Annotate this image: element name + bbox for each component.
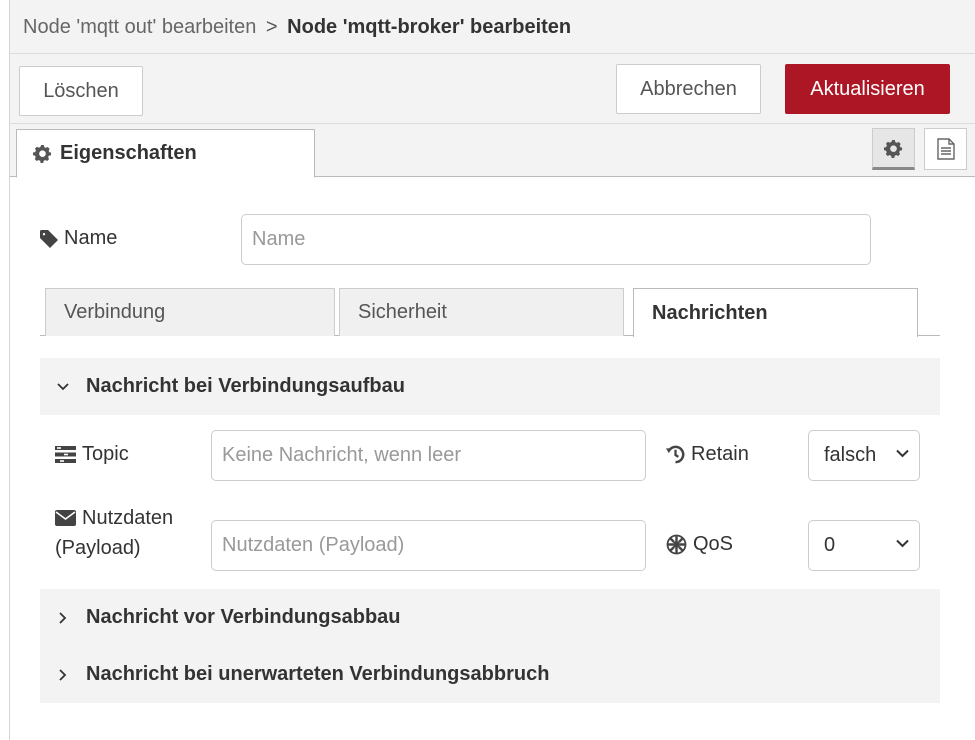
qos-label: QoS bbox=[666, 533, 733, 556]
qos-label-text: QoS bbox=[693, 533, 734, 555]
section-birth-message-header[interactable]: Nachricht bei Verbindungsaufbau bbox=[40, 358, 940, 415]
envelope-icon bbox=[55, 510, 76, 526]
gear-icon bbox=[884, 139, 903, 158]
name-input[interactable] bbox=[241, 214, 871, 265]
tab-properties[interactable]: Eigenschaften bbox=[16, 129, 315, 178]
chevron-right-icon bbox=[40, 611, 86, 624]
node-settings-button[interactable] bbox=[872, 128, 915, 170]
cancel-button[interactable]: Abbrechen bbox=[616, 64, 761, 114]
name-label: Name bbox=[40, 227, 117, 250]
topic-label-text: Topic bbox=[82, 443, 129, 465]
chevron-right-icon bbox=[40, 668, 86, 681]
tray-toolbar: Löschen Abbrechen Aktualisieren bbox=[10, 54, 975, 124]
retain-label: Retain bbox=[666, 443, 749, 466]
section-close-message-header[interactable]: Nachricht vor Verbindungsabbau bbox=[40, 589, 940, 646]
topic-label: Topic bbox=[55, 443, 129, 466]
payload-label-line2: (Payload) bbox=[55, 537, 141, 559]
delete-button[interactable]: Löschen bbox=[19, 66, 143, 116]
birth-retain-select[interactable]: falsch bbox=[808, 430, 920, 481]
history-icon bbox=[666, 445, 685, 464]
section-will-title: Nachricht bei unerwarteten Verbindungsab… bbox=[86, 663, 550, 685]
gear-icon bbox=[33, 144, 52, 163]
name-label-text: Name bbox=[64, 227, 118, 249]
update-button[interactable]: Aktualisieren bbox=[785, 64, 950, 114]
breadcrumb-separator: > bbox=[265, 16, 278, 38]
subtab-connection[interactable]: Verbindung bbox=[45, 288, 335, 336]
section-will-message-header[interactable]: Nachricht bei unerwarteten Verbindungsab… bbox=[40, 646, 940, 703]
birth-topic-input[interactable] bbox=[211, 430, 646, 481]
section-close-title: Nachricht vor Verbindungsabbau bbox=[86, 606, 401, 628]
birth-retain-value: falsch bbox=[824, 444, 877, 466]
birth-qos-select[interactable]: 0 bbox=[808, 520, 920, 571]
birth-qos-value: 0 bbox=[824, 534, 836, 556]
broker-subtabs: Verbindung Sicherheit Nachrichten bbox=[40, 288, 940, 337]
breadcrumb-parent[interactable]: Node 'mqtt out' bearbeiten bbox=[23, 16, 256, 38]
tag-icon bbox=[40, 229, 58, 248]
tray-header: Node 'mqtt out' bearbeiten > Node 'mqtt-… bbox=[10, 0, 975, 54]
tray-tabbar: Eigenschaften bbox=[10, 124, 975, 178]
life-ring-icon bbox=[666, 534, 687, 555]
retain-label-text: Retain bbox=[691, 443, 749, 465]
tasks-icon bbox=[55, 446, 76, 463]
chevron-down-icon bbox=[896, 539, 909, 548]
subtab-messages[interactable]: Nachrichten bbox=[633, 288, 918, 337]
chevron-down-icon bbox=[896, 449, 909, 458]
section-birth-title: Nachricht bei Verbindungsaufbau bbox=[86, 375, 405, 397]
document-icon bbox=[936, 138, 955, 160]
breadcrumb: Node 'mqtt out' bearbeiten > Node 'mqtt-… bbox=[23, 16, 571, 39]
tab-properties-label: Eigenschaften bbox=[60, 142, 197, 164]
payload-label-line1: Nutzdaten bbox=[82, 507, 174, 529]
payload-label: Nutzdaten (Payload) bbox=[55, 503, 173, 563]
breadcrumb-current: Node 'mqtt-broker' bearbeiten bbox=[287, 16, 572, 38]
subtab-security[interactable]: Sicherheit bbox=[339, 288, 624, 336]
birth-payload-input[interactable] bbox=[211, 520, 646, 571]
node-description-button[interactable] bbox=[924, 128, 967, 170]
chevron-down-icon bbox=[40, 382, 86, 391]
